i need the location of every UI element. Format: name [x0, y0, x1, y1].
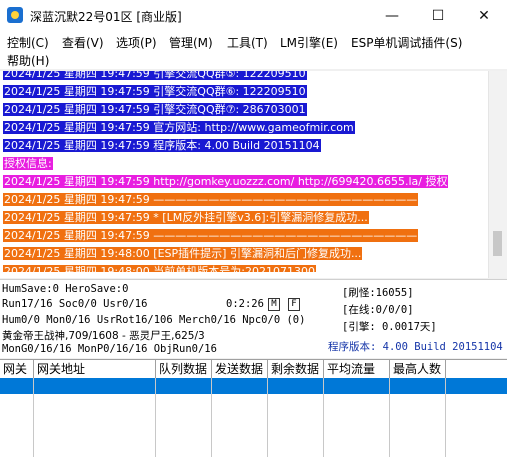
log-line: 2024/1/25 星期四 19:48:00 当前单机版本号为:20210713… [3, 263, 488, 272]
col-max-users[interactable]: 最高人数 [390, 360, 446, 378]
log-line: 2024/1/25 星期四 19:47:59 程序版本: 4.00 Build … [3, 137, 488, 155]
menu-bar: 控制(C) 查看(V) 选项(P) 管理(M) 工具(T) LM引擎(E) ES… [0, 31, 507, 69]
gateway-table-header: 网关 网关地址 队列数据 发送数据 剩余数据 平均流量 最高人数 [0, 359, 507, 379]
menu-options[interactable]: 选项(P) [116, 34, 157, 51]
status-save: HumSave:0 HeroSave:0 [2, 283, 129, 295]
grid-line [323, 378, 324, 457]
log-line-text: 2024/1/25 星期四 19:48:00 当前单机版本号为:20210713… [3, 265, 316, 272]
program-version: 程序版本: 4.00 Build 20151104 [328, 341, 503, 353]
app-icon [7, 7, 23, 23]
log-line: 2024/1/25 星期四 19:47:59 引擎交流QQ群⑦: 2867030… [3, 101, 488, 119]
menu-manage[interactable]: 管理(M) [169, 34, 213, 51]
status-mon: MonG0/16/16 MonP0/16/16 ObjRun0/16 [2, 343, 217, 355]
grid-line [267, 378, 268, 457]
log-line-text: 2024/1/25 星期四 19:48:00 [ESP插件提示] 引擎漏洞和后门… [3, 247, 363, 260]
online-count: [在线:0/0/0] [342, 304, 414, 316]
col-queue-data[interactable]: 队列数据 [156, 360, 212, 378]
gateway-table-body[interactable] [0, 378, 507, 457]
col-remaining-data[interactable]: 剩余数据 [268, 360, 324, 378]
log-line-text: 2024/1/25 星期四 19:47:59 * [LM反外挂引擎v3.6]:引… [3, 211, 369, 224]
grid-line [389, 378, 390, 457]
grid-line [33, 378, 34, 457]
scrollbar-thumb[interactable] [493, 231, 502, 256]
log-line: 2024/1/25 星期四 19:47:59 * [LM反外挂引擎v3.6]:引… [3, 209, 488, 227]
status-hum: Hum0/0 Mon0/16 UsrRot16/106 Merch0/16 Np… [2, 314, 306, 326]
col-avg-traffic[interactable]: 平均流量 [324, 360, 390, 378]
log-line: 2024/1/25 星期四 19:47:59 —————————————————… [3, 191, 488, 209]
engine-time: [引擎: 0.0017天] [342, 321, 437, 333]
m-checkbox[interactable]: M [268, 298, 280, 311]
col-send-data[interactable]: 发送数据 [212, 360, 268, 378]
log-line-text: 2024/1/25 星期四 19:47:59 —————————————————… [3, 193, 419, 206]
grid-line [211, 378, 212, 457]
log-panel[interactable]: 2024/1/25 星期四 19:47:59 引擎交流QQ群⑤: 1222095… [0, 71, 507, 278]
menu-view[interactable]: 查看(V) [62, 34, 104, 51]
close-button[interactable]: ✕ [461, 0, 507, 31]
log-line-text: 2024/1/25 星期四 19:47:59 —————————————————… [3, 229, 419, 242]
window-title: 深蓝沉默22号01区 [商业版] [30, 10, 182, 24]
log-line-text: 2024/1/25 星期四 19:47:59 程序版本: 4.00 Build … [3, 139, 321, 152]
log-line-text: 2024/1/25 星期四 19:47:59 官方网站: http://www.… [3, 121, 355, 134]
status-panel: HumSave:0 HeroSave:0 Run17/16 Soc0/0 Usr… [0, 279, 507, 358]
minimize-button[interactable]: — [369, 0, 415, 31]
status-run: Run17/16 Soc0/0 Usr0/16 [2, 298, 148, 310]
f-checkbox[interactable]: F [288, 298, 300, 311]
refresh-count: [刷怪:16055] [342, 287, 414, 299]
menu-esp-plugin[interactable]: ESP单机调试插件(S) [351, 34, 462, 51]
menu-lm-engine[interactable]: LM引擎(E) [280, 34, 338, 51]
menu-help[interactable]: 帮助(H) [7, 52, 49, 69]
log-line-text: 授权信息: [3, 157, 53, 170]
grid-line [155, 378, 156, 457]
log-line-text: 2024/1/25 星期四 19:47:59 引擎交流QQ群⑥: 1222095… [3, 85, 307, 98]
col-gateway[interactable]: 网关 [0, 360, 34, 378]
log-scrollbar[interactable] [488, 71, 507, 278]
log-line: 授权信息: [3, 155, 488, 173]
log-line: 2024/1/25 星期四 19:47:59 —————————————————… [3, 227, 488, 245]
table-row-selected[interactable] [0, 378, 507, 394]
grid-line [445, 378, 446, 457]
menu-tools[interactable]: 工具(T) [227, 34, 268, 51]
log-line: 2024/1/25 星期四 19:47:59 http://gomkey.uoz… [3, 173, 455, 206]
col-gateway-address[interactable]: 网关地址 [34, 360, 156, 378]
status-boss: 黄金帝王战神,709/1608 - 恶灵尸王,625/3 [2, 330, 205, 342]
maximize-button[interactable]: ☐ [415, 0, 461, 31]
log-line: 2024/1/25 星期四 19:48:00 [ESP插件提示] 引擎漏洞和后门… [3, 245, 488, 263]
title-bar: 深蓝沉默22号01区 [商业版] — ☐ ✕ [0, 0, 507, 31]
menu-control[interactable]: 控制(C) [7, 34, 49, 51]
log-line-text: 2024/1/25 星期四 19:47:59 引擎交流QQ群⑤: 1222095… [3, 71, 307, 80]
status-time: 0:2:26 [226, 298, 264, 310]
log-line: 2024/1/25 星期四 19:47:59 官方网站: http://www.… [3, 119, 488, 137]
log-line-text: 2024/1/25 星期四 19:47:59 引擎交流QQ群⑦: 2867030… [3, 103, 307, 116]
log-line: 2024/1/25 星期四 19:47:59 引擎交流QQ群⑥: 1222095… [3, 83, 488, 101]
log-line: 2024/1/25 星期四 19:47:59 引擎交流QQ群⑤: 1222095… [3, 71, 488, 83]
log-list: 2024/1/25 星期四 19:47:59 引擎交流QQ群⑤: 1222095… [3, 71, 488, 272]
